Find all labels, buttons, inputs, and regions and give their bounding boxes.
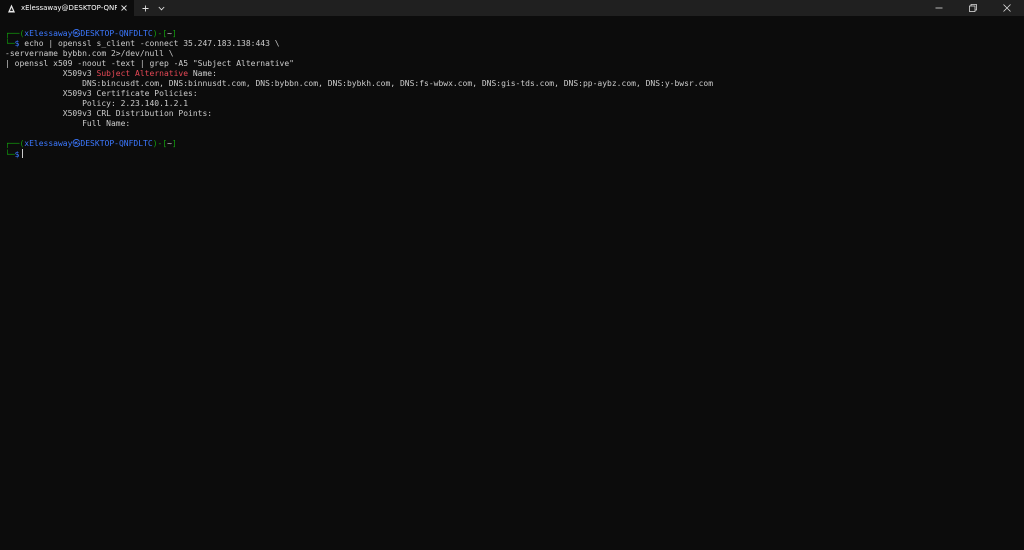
new-tab-button[interactable]: [137, 0, 153, 16]
output-line: X509v3 CRL Distribution Points:: [5, 109, 213, 118]
prompt-frame: )-[: [152, 139, 168, 148]
tab-active[interactable]: xElessaway@DESKTOP-QNFDLTC: ~: [0, 0, 134, 16]
prompt-user-host: xElessaway㉿DESKTOP-QNFDLTC: [24, 139, 153, 148]
command-continuation: -servername bybbn.com 2>/dev/null \: [5, 49, 1015, 59]
output-line: Full Name:: [5, 119, 131, 128]
output-line: Policy: 2.23.140.1.2.1: [5, 99, 189, 108]
terminal-output[interactable]: ┌──(xElessaway㉿DESKTOP-QNFDLTC)-[~] └─$ …: [5, 29, 1015, 159]
output-line: X509v3 Certificate Policies:: [5, 89, 198, 98]
minimize-icon: [935, 4, 943, 12]
output-line: X509v3 Subject Alternative Name:: [5, 69, 1015, 79]
plus-icon: [142, 5, 149, 12]
command-text: echo | openssl s_client -connect 35.247.…: [19, 39, 280, 48]
prompt-frame: ]: [171, 29, 177, 38]
prompt-frame: └─: [5, 39, 15, 48]
prompt-frame: ┌──(: [5, 139, 25, 148]
prompt-frame: ┌──(: [5, 29, 25, 38]
chevron-down-icon: [157, 6, 165, 11]
text-cursor: [22, 149, 24, 158]
title-bar: xElessaway@DESKTOP-QNFDLTC: ~: [0, 0, 1024, 16]
drag-region[interactable]: [169, 0, 922, 16]
command-line: └─$ echo | openssl s_client -connect 35.…: [5, 39, 1015, 49]
close-icon: [1003, 4, 1011, 12]
output-line: DNS:bincusdt.com, DNS:binnusdt.com, DNS:…: [5, 79, 714, 88]
kali-dragon-icon: [7, 4, 16, 13]
close-icon[interactable]: [119, 0, 129, 16]
terminal-window: xElessaway@DESKTOP-QNFDLTC: ~: [0, 0, 1024, 550]
grep-match-highlight: Subject Alternative: [96, 69, 189, 78]
command-continuation: | openssl x509 -noout -text | grep -A5 "…: [5, 59, 1015, 69]
tab-title: xElessaway@DESKTOP-QNFDLTC: ~: [21, 4, 117, 12]
maximize-button[interactable]: [956, 0, 990, 16]
output-text: Name:: [188, 69, 217, 78]
close-button[interactable]: [990, 0, 1024, 16]
prompt-frame: ]: [171, 139, 177, 148]
output-text: X509v3: [5, 69, 97, 78]
prompt-user-host: xElessaway㉿DESKTOP-QNFDLTC: [24, 29, 153, 38]
minimize-button[interactable]: [922, 0, 956, 16]
command-text: | openssl x509 -noout -text | grep -A5 "…: [5, 59, 294, 68]
restore-icon: [969, 4, 977, 12]
prompt-frame: └─: [5, 150, 15, 159]
input-line[interactable]: └─$: [5, 149, 1015, 159]
command-text: -servername bybbn.com 2>/dev/null \: [5, 49, 174, 58]
prompt-line-top: ┌──(xElessaway㉿DESKTOP-QNFDLTC)-[~]: [5, 29, 1015, 39]
profile-dropdown-button[interactable]: [153, 0, 169, 16]
prompt-line-top: ┌──(xElessaway㉿DESKTOP-QNFDLTC)-[~]: [5, 139, 1015, 149]
prompt-frame: )-[: [152, 29, 168, 38]
prompt-symbol: $: [14, 150, 20, 159]
